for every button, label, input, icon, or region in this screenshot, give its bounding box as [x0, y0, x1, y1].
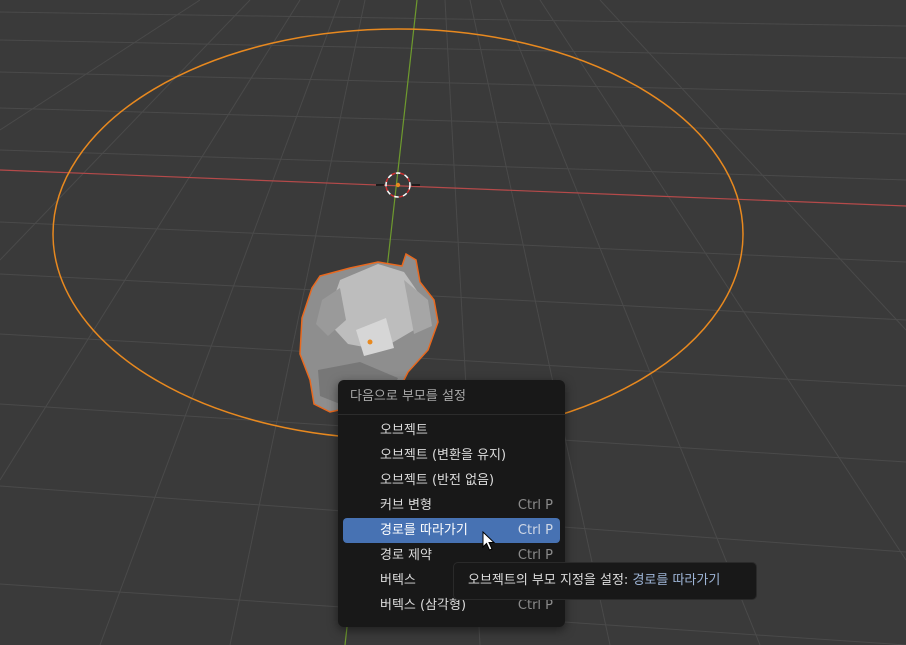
tooltip-value: 경로를 따라가기	[632, 573, 721, 588]
menu-item-curve-deform[interactable]: 커브 변형 Ctrl P	[343, 493, 560, 518]
menu-item-object[interactable]: 오브젝트	[343, 418, 560, 443]
mouse-pointer-icon	[482, 531, 496, 551]
menu-item-object-keep-transform[interactable]: 오브젝트 (변환을 유지)	[343, 443, 560, 468]
menu-item-shortcut: Ctrl P	[517, 498, 553, 513]
menu-item-label: 오브젝트	[380, 423, 428, 438]
tooltip-text: 오브젝트의 부모 지정을 설정:	[468, 573, 629, 588]
menu-item-label: 커브 변형	[380, 498, 432, 513]
menu-item-object-without-inverse[interactable]: 오브젝트 (반전 없음)	[343, 468, 560, 493]
menu-item-shortcut: Ctrl P	[517, 523, 553, 538]
menu-item-label: 버텍스	[380, 573, 416, 588]
menu-item-label: 오브젝트 (변환을 유지)	[380, 448, 507, 463]
tooltip: 오브젝트의 부모 지정을 설정: 경로를 따라가기	[453, 562, 757, 600]
3d-cursor	[376, 172, 420, 198]
menu-item-label: 경로를 따라가기	[380, 523, 468, 538]
menu-item-label: 버텍스 (삼각형)	[380, 598, 467, 613]
menu-item-follow-path[interactable]: 경로를 따라가기 Ctrl P	[343, 518, 560, 543]
menu-item-label: 경로 제약	[380, 548, 432, 563]
menu-item-label: 오브젝트 (반전 없음)	[380, 473, 495, 488]
menu-title: 다음으로 부모를 설정	[338, 380, 565, 415]
